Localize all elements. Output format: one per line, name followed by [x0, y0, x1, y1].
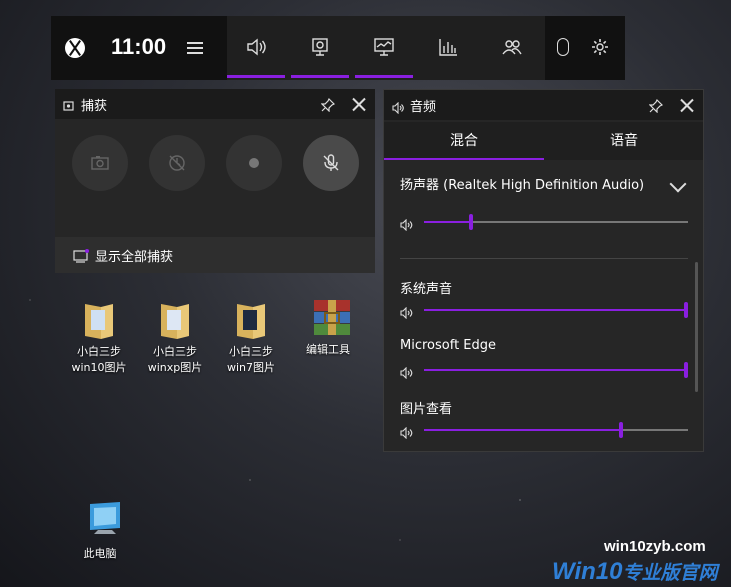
app-label-edge: Microsoft Edge	[400, 338, 497, 353]
performance-active-underline	[355, 75, 413, 78]
record-last-icon	[169, 155, 185, 171]
record-icon	[249, 158, 259, 168]
speaker-icon[interactable]	[400, 424, 414, 440]
speaker-icon[interactable]	[400, 304, 414, 320]
pin-icon[interactable]	[648, 98, 664, 114]
winrar-archive-icon	[312, 298, 350, 338]
watermark-brand-text: Win10	[552, 558, 623, 585]
watermark-brand: Win10专业版官网	[552, 558, 717, 586]
audio-panel-title: 音频	[410, 100, 437, 115]
screenshot-button[interactable]	[72, 135, 128, 191]
audio-panel-header: 音频	[384, 90, 703, 120]
audio-active-underline	[227, 75, 285, 78]
slider-thumb[interactable]	[684, 362, 688, 378]
slider-thumb[interactable]	[684, 302, 688, 318]
folder-icon	[83, 300, 115, 340]
game-bar-settings-area	[545, 16, 625, 80]
settings-gear-icon[interactable]	[591, 38, 609, 60]
desktop-icon-this-pc[interactable]: 此电脑	[64, 502, 136, 562]
scrollbar[interactable]	[695, 262, 698, 392]
social-widget-button[interactable]	[483, 16, 541, 80]
speaker-icon	[392, 99, 404, 115]
desktop-icon-win10-images[interactable]: 小白三步 win10图片	[63, 300, 135, 376]
mouse-icon[interactable]	[557, 38, 569, 56]
game-bar-home: 11:00	[51, 16, 227, 80]
desktop-icon-label: 此电脑	[83, 547, 117, 560]
capture-panel-icon	[63, 98, 74, 111]
watermark-brand-suffix: 专业版官网	[622, 563, 718, 584]
divider	[400, 258, 688, 259]
desktop-icon-win7-images[interactable]: 小白三步 win7图片	[215, 300, 287, 376]
watermark-domain: win10zyb.com	[604, 538, 706, 555]
app-label-photos: 图片查看	[400, 402, 453, 417]
slider-thumb[interactable]	[619, 422, 623, 438]
desktop-icon-label: 小白三步 win10图片	[71, 345, 127, 374]
social-icon	[502, 38, 522, 56]
photos-volume-slider[interactable]	[424, 422, 688, 438]
capture-widget-button[interactable]	[291, 16, 349, 80]
camera-icon	[91, 156, 109, 170]
close-icon[interactable]	[352, 97, 366, 111]
speaker-icon[interactable]	[400, 364, 414, 380]
desktop-icon-editing-tools[interactable]: 编辑工具	[292, 298, 364, 358]
capture-icon	[310, 38, 330, 56]
audio-panel: 音频 混合 语音 扬声器 (Realtek High Definition Au…	[383, 89, 704, 452]
resources-widget-button[interactable]	[419, 16, 477, 80]
desktop-icon-label: 小白三步 winxp图片	[147, 345, 203, 374]
slider-fill	[424, 369, 688, 371]
show-all-captures-link[interactable]: 显示全部捕获	[55, 237, 375, 273]
xbox-logo-icon[interactable]	[65, 38, 85, 58]
capture-panel-title: 捕获	[81, 99, 108, 114]
output-device-select[interactable]: 扬声器 (Realtek High Definition Audio)	[400, 174, 644, 193]
capture-active-underline	[291, 75, 349, 78]
record-last-button[interactable]	[149, 135, 205, 191]
record-button[interactable]	[226, 135, 282, 191]
desktop-icon-label: 小白三步 win7图片	[226, 345, 276, 374]
tab-voice[interactable]: 语音	[544, 122, 704, 160]
slider-fill	[424, 309, 688, 311]
computer-icon	[84, 502, 120, 542]
microphone-toggle-button[interactable]	[303, 135, 359, 191]
slider-thumb[interactable]	[469, 214, 473, 230]
master-volume-slider[interactable]	[424, 214, 688, 230]
widget-menu-icon[interactable]	[187, 42, 203, 54]
performance-widget-button[interactable]	[355, 16, 413, 80]
resources-chart-icon	[438, 38, 458, 56]
close-icon[interactable]	[680, 98, 694, 112]
slider-fill	[424, 429, 619, 431]
capture-panel: 捕获 显示全部捕获	[55, 89, 375, 273]
edge-volume-slider[interactable]	[424, 362, 688, 378]
system-sounds-volume-slider[interactable]	[424, 302, 688, 318]
performance-icon	[374, 38, 394, 56]
show-all-captures-label: 显示全部捕获	[95, 250, 174, 265]
pin-icon[interactable]	[320, 97, 336, 113]
tab-mix[interactable]: 混合	[384, 122, 544, 160]
folder-icon	[159, 300, 191, 340]
slider-fill	[424, 221, 469, 223]
gallery-icon	[73, 248, 89, 263]
desktop-icon-label: 编辑工具	[306, 343, 350, 356]
folder-icon	[235, 300, 267, 340]
audio-icon	[246, 38, 266, 56]
desktop-icon-winxp-images[interactable]: 小白三步 winxp图片	[139, 300, 211, 376]
audio-tabs: 混合 语音	[384, 122, 703, 160]
mic-off-icon	[323, 154, 339, 171]
speaker-icon[interactable]	[400, 216, 414, 232]
app-label-system-sounds: 系统声音	[400, 282, 453, 297]
chevron-down-icon[interactable]	[669, 175, 687, 193]
clock: 11:00	[111, 34, 167, 59]
audio-widget-button[interactable]	[227, 16, 285, 80]
capture-panel-header: 捕获	[55, 89, 375, 119]
game-bar: 11:00	[51, 16, 625, 80]
